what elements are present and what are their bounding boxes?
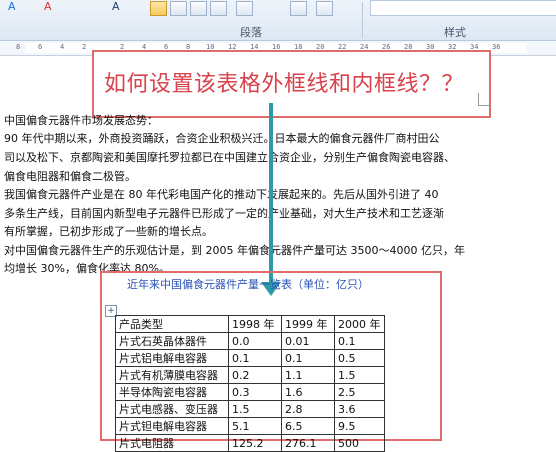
table-cell[interactable]: 0.3 [228, 383, 282, 401]
table-row: 片式钽电解电容器 5.1 6.5 9.5 [115, 417, 385, 435]
table-cell[interactable]: 3.6 [334, 400, 385, 418]
table-cell[interactable]: 片式有机薄膜电容器 [115, 366, 229, 384]
table-cell[interactable]: 0.5 [334, 349, 385, 367]
paragraph-group-label: 段落 [240, 26, 262, 39]
ruler-tick: 4 [60, 43, 65, 51]
table-cell[interactable]: 1.5 [334, 366, 385, 384]
table-cell[interactable]: 片式电感器、变压器 [115, 400, 229, 418]
font-highlight-icon[interactable]: A [8, 0, 22, 14]
styles-group-label: 样式 [444, 26, 466, 39]
align-center-icon[interactable] [170, 1, 187, 16]
table-cell[interactable]: 9.5 [334, 417, 385, 435]
table-cell[interactable]: 片式电阻器 [115, 434, 229, 452]
table-cell[interactable]: 2.5 [334, 383, 385, 401]
table-title: 近年来中国偏食元器件产量一览表（单位：亿只） [127, 278, 369, 291]
table-cell[interactable]: 1.1 [281, 366, 335, 384]
table-cell[interactable]: 1.6 [281, 383, 335, 401]
table-cell[interactable]: 125.2 [228, 434, 282, 452]
table-cell[interactable]: 0.1 [334, 332, 385, 350]
table-row: 片式电感器、变压器 1.5 2.8 3.6 [115, 400, 385, 418]
paragraph-line: 90 年代中期以来，外商投资踊跃，合资企业积极兴迁。日本最大的偏食元器件厂商村田… [4, 132, 440, 145]
table-cell[interactable]: 1.5 [228, 400, 282, 418]
table-header-row: 产品类型 1998 年 1999 年 2000 年 [115, 315, 385, 333]
clear-format-icon[interactable]: A [112, 0, 126, 14]
paragraph-line: 多条生产线，目前国内新型电子元器件已形成了一定的产业基础，对大生产技术和工艺逐渐 [4, 207, 444, 220]
table-row: 片式电阻器 125.2 276.1 500 [115, 434, 385, 452]
align-right-icon[interactable] [190, 1, 207, 16]
data-table[interactable]: 产品类型 1998 年 1999 年 2000 年 片式石英晶体器件 0.0 0… [115, 315, 385, 452]
table-cell[interactable]: 0.1 [228, 349, 282, 367]
paragraph-line: 中国偏食元器件市场发展态势： [4, 114, 158, 127]
table-header-cell[interactable]: 2000 年 [334, 315, 385, 333]
callout-text: 如何设置该表格外框线和内框线？？ [104, 72, 465, 97]
ribbon-separator [362, 2, 363, 38]
table-cell[interactable]: 2.8 [281, 400, 335, 418]
shading-icon[interactable] [290, 1, 307, 16]
table-row: 片式有机薄膜电容器 0.2 1.1 1.5 [115, 366, 385, 384]
table-cell[interactable]: 0.01 [281, 332, 335, 350]
table-header-cell[interactable]: 产品类型 [115, 315, 229, 333]
table-cell[interactable]: 0.1 [281, 349, 335, 367]
table-row: 半导体陶瓷电容器 0.3 1.6 2.5 [115, 383, 385, 401]
ribbon: A A A 段落 样式 [0, 0, 556, 41]
table-header-cell[interactable]: 1998 年 [228, 315, 282, 333]
ruler-tick: 36 [492, 43, 501, 51]
table-header-cell[interactable]: 1999 年 [281, 315, 335, 333]
table-cell[interactable]: 片式石英晶体器件 [115, 332, 229, 350]
styles-gallery[interactable] [370, 0, 556, 16]
justify-icon[interactable] [210, 1, 227, 16]
paragraph-line: 对中国偏食元器件生产的乐观估计是，到 2005 年偏食元器件产量可达 3500～… [4, 244, 465, 257]
arrow-shaft [269, 103, 273, 284]
table-row: 片式石英晶体器件 0.0 0.01 0.1 [115, 332, 385, 350]
table-cell[interactable]: 6.5 [281, 417, 335, 435]
table-cell[interactable]: 半导体陶瓷电容器 [115, 383, 229, 401]
table-cell[interactable]: 片式铝电解电容器 [115, 349, 229, 367]
paragraph-line: 有所掌握，已初步形成了一些新的增长点。 [4, 225, 213, 238]
ruler-tick: 8 [16, 43, 21, 51]
table-cell[interactable]: 500 [334, 434, 385, 452]
borders-icon[interactable] [316, 1, 333, 16]
table-cell[interactable]: 5.1 [228, 417, 282, 435]
table-cell[interactable]: 276.1 [281, 434, 335, 452]
callout-box: 如何设置该表格外框线和内框线？？ [92, 50, 491, 118]
paragraph-line: 偏食电阻器和偏食二极管。 [4, 170, 136, 183]
table-cell[interactable]: 0.2 [228, 366, 282, 384]
table-cell[interactable]: 0.0 [228, 332, 282, 350]
line-spacing-icon[interactable] [236, 1, 253, 16]
table-cell[interactable]: 片式钽电解电容器 [115, 417, 229, 435]
table-row: 片式铝电解电容器 0.1 0.1 0.5 [115, 349, 385, 367]
ruler-tick: 6 [38, 43, 43, 51]
paragraph-line: 我国偏食元器件产业是在 80 年代彩电国产化的推动下发展起来的。先后从国外引进了… [4, 188, 439, 201]
corner-mark [478, 93, 491, 106]
font-color-icon[interactable]: A [44, 0, 58, 14]
align-left-icon[interactable] [150, 1, 167, 16]
paragraph-line: 司以及松下、京都陶瓷和美国摩托罗拉都已在中国建立合资企业，分别生产偏食陶瓷电容器… [4, 151, 455, 164]
ruler-tick: 2 [82, 43, 87, 51]
